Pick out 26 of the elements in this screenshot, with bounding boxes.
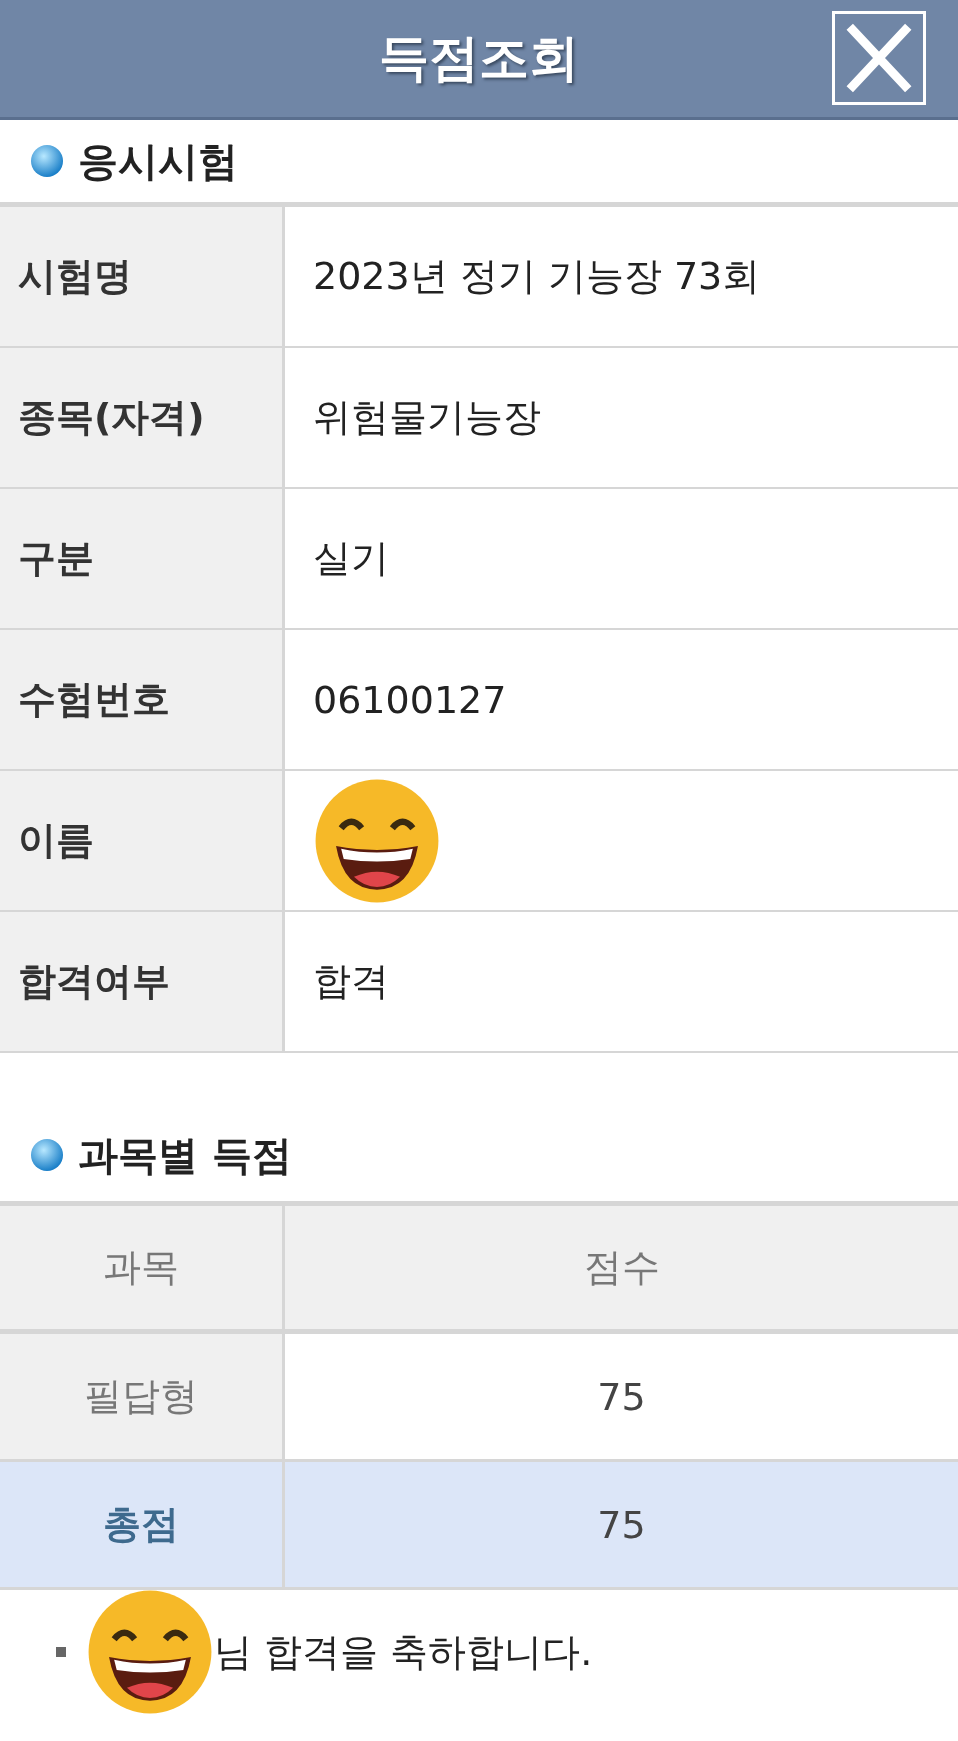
bullet-icon <box>56 1647 66 1657</box>
table-cell-text: 2023년 정기 기능장 73회 <box>312 253 762 300</box>
page-title: 득점조회 <box>379 28 579 89</box>
table-cell-text: 75 <box>596 1373 647 1421</box>
row-label: 수험번호 <box>0 630 285 769</box>
section-heading: 응시시험 <box>78 136 238 186</box>
bullet-icon <box>30 144 64 178</box>
row-label: 종목(자격) <box>0 348 285 487</box>
table-cell-text: 합격 <box>312 958 390 1005</box>
row-label: 합격여부 <box>0 912 285 1051</box>
column-header: 과목 <box>0 1206 285 1329</box>
close-button[interactable] <box>832 11 926 105</box>
table-cell-text: 06100127 <box>312 676 508 724</box>
smiley-icon <box>86 1588 214 1716</box>
bullet-icon <box>30 1138 64 1172</box>
column-header: 점수 <box>285 1206 958 1329</box>
row-label: 구분 <box>0 489 285 628</box>
table-cell: 75 <box>285 1462 958 1587</box>
message-text: 님 합격을 축하합니다. <box>214 1628 593 1676</box>
table-cell: 필답형 <box>0 1334 285 1459</box>
row-label: 시험명 <box>0 207 285 346</box>
table-cell-text: 실기 <box>312 535 390 582</box>
row-label: 이름 <box>0 771 285 910</box>
table-cell: 총점 <box>0 1462 285 1587</box>
section-heading: 과목별 득점 <box>78 1130 292 1180</box>
table-cell-text: 위험물기능장 <box>312 394 542 441</box>
